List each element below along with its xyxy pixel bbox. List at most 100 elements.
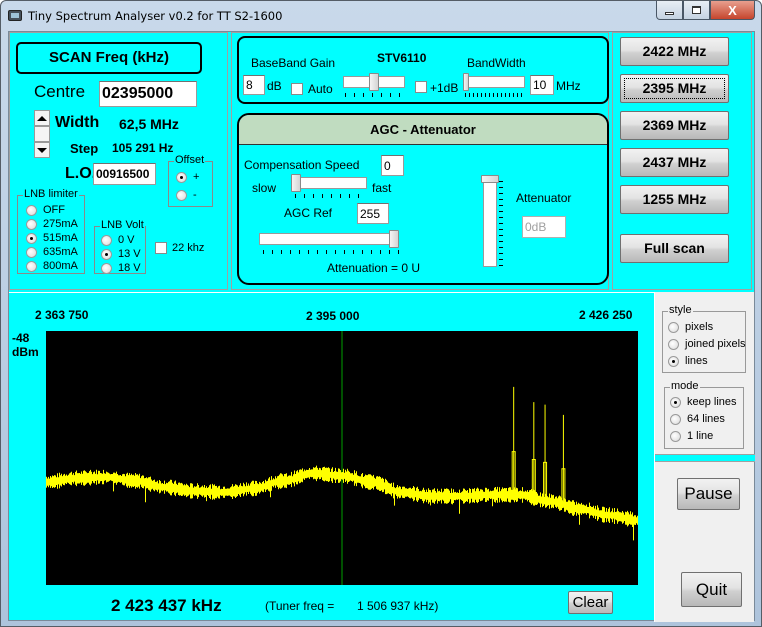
attenuation-readout: Attenuation = 0 U: [327, 261, 421, 275]
preset-panel: 2422 MHz 2395 MHz 2369 MHz 2437 MHz 1255…: [612, 32, 752, 290]
preset-2395-button[interactable]: 2395 MHz: [620, 74, 729, 103]
lnb-volt-group: LNB Volt 0 V 13 V 18 V: [94, 219, 146, 274]
quit-button[interactable]: Quit: [681, 572, 742, 607]
minimize-icon: [665, 11, 674, 15]
lnb-volt-13-radio[interactable]: 13 V: [101, 248, 141, 260]
clear-button[interactable]: Clear: [568, 591, 613, 614]
bandwidth-input[interactable]: [530, 75, 554, 95]
lnb-limiter-275-radio[interactable]: 275mA: [26, 218, 78, 230]
maximize-button[interactable]: [683, 1, 710, 20]
close-icon: X: [728, 2, 737, 18]
attenuator-value: [522, 216, 566, 238]
bandwidth-unit: MHz: [556, 79, 581, 93]
bandwidth-slider-thumb[interactable]: [463, 73, 469, 91]
width-value: 62,5 MHz: [119, 116, 179, 132]
gain-input[interactable]: [243, 75, 265, 95]
bandwidth-slider[interactable]: [463, 76, 525, 88]
spectrum-chart: [46, 331, 638, 585]
tuner-freq-label: (Tuner freq =: [265, 599, 335, 613]
attenuator-slider[interactable]: [483, 179, 497, 267]
attenuator-ticks: [499, 181, 503, 267]
app-window: Tiny Spectrum Analyser v0.2 for TT S2-16…: [0, 0, 762, 627]
baseband-gain-label: BaseBand Gain: [251, 56, 336, 70]
agc-ref-thumb[interactable]: [389, 230, 399, 248]
style-joined-pixels-radio[interactable]: joined pixels: [668, 338, 746, 350]
radio-icon: [670, 413, 681, 425]
compensation-speed-input[interactable]: [381, 155, 404, 176]
lnb-limiter-legend: LNB limiter: [23, 188, 79, 201]
gain-slider-thumb[interactable]: [369, 73, 379, 91]
preset-2437-button[interactable]: 2437 MHz: [620, 148, 729, 177]
style-group: style pixels joined pixels lines: [662, 304, 746, 373]
radio-icon: [101, 234, 112, 246]
width-up-button[interactable]: [34, 110, 50, 126]
preset-2369-button[interactable]: 2369 MHz: [620, 111, 729, 140]
bandwidth-slider-ticks: [465, 93, 525, 97]
spectrum-peak-1: [511, 386, 516, 495]
slow-label: slow: [252, 181, 277, 195]
radio-icon: [26, 218, 37, 230]
cursor-freq-readout: 2 423 437 kHz: [111, 596, 222, 615]
full-scan-button[interactable]: Full scan: [620, 234, 729, 263]
mode-group: mode keep lines 64 lines 1 line: [664, 380, 744, 449]
side-divider: [655, 454, 755, 462]
preset-1255-button[interactable]: 1255 MHz: [620, 185, 729, 214]
width-down-button[interactable]: [34, 142, 50, 158]
centre-input[interactable]: [99, 81, 197, 107]
agc-ref-slider[interactable]: [259, 233, 399, 245]
lo-input[interactable]: [93, 163, 156, 185]
scan-freq-title: SCAN Freq (kHz): [16, 42, 202, 74]
agc-attenuator-group: AGC - Attenuator Compensation Speed slow…: [237, 113, 609, 285]
spectrum-plot[interactable]: [46, 331, 638, 585]
offset-legend: Offset: [174, 154, 206, 167]
offset-minus-radio[interactable]: -: [176, 189, 197, 201]
radio-icon: [176, 189, 187, 201]
compensation-speed-slider[interactable]: [291, 177, 367, 189]
close-button[interactable]: X: [710, 1, 755, 20]
compensation-speed-thumb[interactable]: [291, 174, 301, 192]
step-value: 105 291 Hz: [112, 141, 174, 155]
mode-keep-lines-radio[interactable]: keep lines: [670, 396, 737, 408]
offset-plus-radio[interactable]: +: [176, 171, 199, 183]
radio-icon: [670, 396, 681, 408]
attenuator-thumb[interactable]: [481, 175, 499, 183]
spectrum-peak-4: [561, 414, 566, 505]
plus1db-label: +1dB: [430, 81, 459, 95]
gain-unit: dB: [267, 79, 282, 93]
compensation-speed-label: Compensation Speed: [244, 158, 360, 172]
mode-1-line-radio[interactable]: 1 line: [670, 430, 713, 442]
lnb-volt-18-radio[interactable]: 18 V: [101, 262, 141, 274]
centre-label: Centre: [34, 82, 86, 101]
lnb-limiter-off-radio[interactable]: OFF: [26, 204, 65, 216]
auto-label: Auto: [308, 82, 333, 96]
radio-icon: [101, 248, 112, 260]
lnb-limiter-515-radio[interactable]: 515mA: [26, 232, 78, 244]
pause-button[interactable]: Pause: [677, 478, 740, 510]
plus1db-checkbox[interactable]: [415, 81, 427, 93]
maximize-icon: [692, 6, 701, 14]
arrow-down-icon: [37, 147, 47, 153]
step-label: Step: [70, 141, 99, 156]
offset-group: Offset + -: [168, 154, 213, 207]
tuner-freq-value: 1 506 937 kHz): [357, 599, 439, 613]
auto-checkbox[interactable]: [291, 83, 303, 95]
preset-2422-button[interactable]: 2422 MHz: [620, 37, 729, 66]
radio-icon: [101, 262, 112, 274]
spectrum-peak-3: [543, 404, 548, 501]
radio-icon: [26, 260, 37, 272]
agc-ref-input[interactable]: [357, 203, 389, 224]
lnb-volt-0-radio[interactable]: 0 V: [101, 234, 135, 246]
style-pixels-radio[interactable]: pixels: [668, 321, 713, 333]
minimize-button[interactable]: [656, 1, 683, 20]
lnb-limiter-800-radio[interactable]: 800mA: [26, 260, 78, 272]
agc-ref-ticks: [263, 250, 399, 254]
style-lines-radio[interactable]: lines: [668, 355, 708, 367]
22khz-checkbox[interactable]: [155, 242, 167, 254]
radio-icon: [670, 430, 681, 442]
agc-ref-label: AGC Ref: [284, 206, 333, 220]
width-spin-track[interactable]: [34, 126, 50, 142]
spectrum-peak-2: [531, 402, 536, 498]
freq-left-label: 2 363 750: [35, 308, 89, 322]
lnb-limiter-635-radio[interactable]: 635mA: [26, 246, 78, 258]
mode-64-lines-radio[interactable]: 64 lines: [670, 413, 725, 425]
